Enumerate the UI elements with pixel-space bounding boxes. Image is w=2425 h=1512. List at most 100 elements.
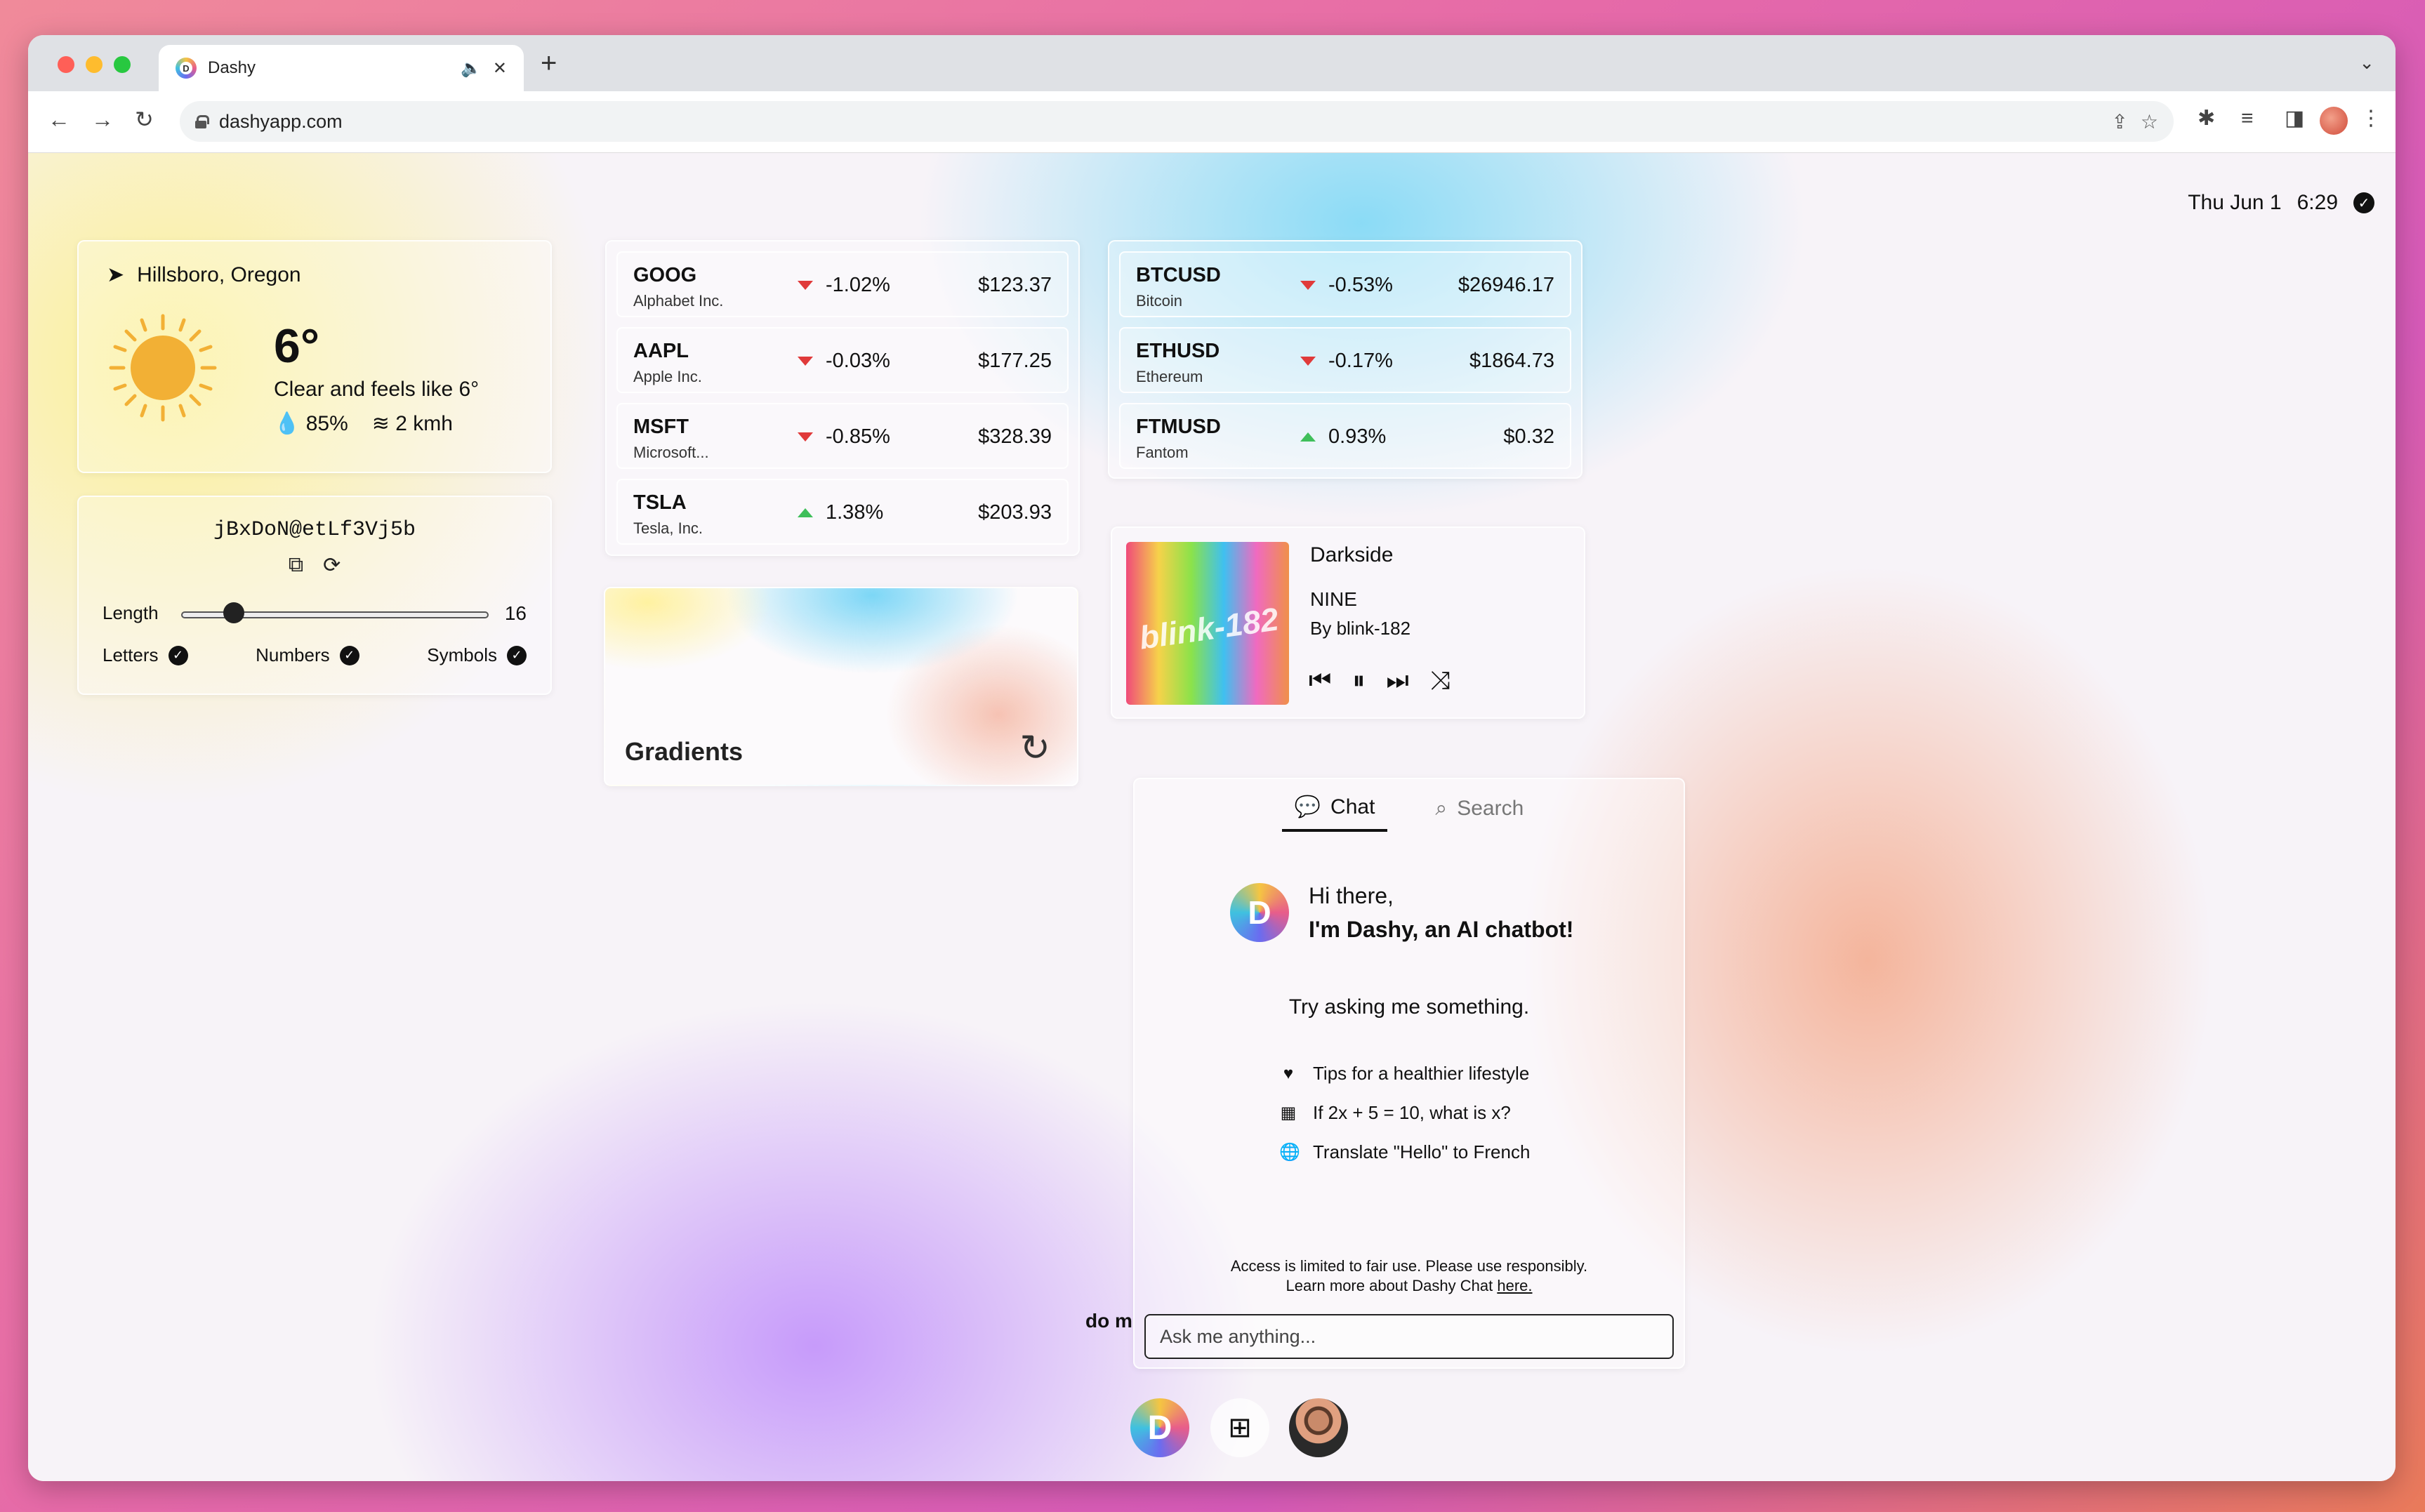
media-icon[interactable]: ≡ [2241, 108, 2254, 129]
date-text: Thu Jun 1 [2188, 191, 2282, 214]
stock-price: $177.25 [978, 350, 1052, 372]
audio-playing-icon[interactable]: 🔈 [461, 58, 482, 79]
weather-widget: ➤ Hillsboro, Oregon 6° Clear and feels l… [77, 240, 552, 473]
lock-icon[interactable] [195, 115, 209, 128]
sun-icon [109, 314, 217, 422]
suggestion-item[interactable]: ♥ Tips for a healthier lifestyle [1279, 1063, 1529, 1085]
profile-avatar[interactable] [2320, 107, 2348, 135]
password-generator-widget: jBxDoN@etLf3Vj5b ⧉ ⟳ Length 16 Letters ✓ … [77, 496, 552, 695]
regenerate-icon[interactable]: ⟳ [323, 553, 341, 578]
crypto-symbol: FTMUSD [1136, 416, 1221, 438]
sidepanel-icon[interactable]: ◨ [2285, 108, 2304, 129]
suggestion-item[interactable]: ▦ If 2x + 5 = 10, what is x? [1279, 1102, 1511, 1124]
crypto-row[interactable]: FTMUSD Fantom 0.93% $0.32 [1119, 403, 1571, 469]
stock-row[interactable]: GOOG Alphabet Inc. -1.02% $123.37 [616, 251, 1069, 317]
crypto-change: -0.53% [1300, 274, 1393, 297]
tab-chat[interactable]: 💬 Chat [1281, 789, 1388, 832]
album-art-logo: blink-182 [1137, 600, 1281, 656]
stock-change: -1.02% [798, 274, 890, 297]
down-arrow-icon [1300, 357, 1316, 366]
stock-name: Microsoft... [633, 444, 709, 461]
url-text[interactable]: dashyapp.com [219, 111, 2099, 133]
letters-check-icon[interactable]: ✓ [168, 645, 188, 665]
learn-more-link[interactable]: here. [1497, 1277, 1532, 1294]
tab-search[interactable]: ⌕ Search [1422, 789, 1536, 832]
chat-intro: I'm Dashy, an AI chatbot! [1309, 917, 1574, 942]
address-bar[interactable]: dashyapp.com ⇪ ☆ [180, 101, 2174, 142]
previous-track-icon[interactable]: ⏮ [1309, 665, 1331, 696]
time-text: 6:29 [2297, 191, 2338, 214]
length-slider-thumb[interactable] [223, 602, 244, 623]
crypto-symbol: ETHUSD [1136, 340, 1220, 362]
zoom-window-button[interactable] [114, 56, 131, 73]
back-icon[interactable]: ← [48, 108, 70, 131]
symbols-check-icon[interactable]: ✓ [507, 645, 527, 665]
tab-search-chevron-icon[interactable]: ⌄ [2359, 52, 2374, 74]
copy-icon[interactable]: ⧉ [289, 553, 303, 578]
stock-change: 1.38% [798, 501, 883, 524]
shuffle-icon[interactable]: ⤨ [1430, 665, 1451, 696]
humidity: 💧 85% [274, 412, 348, 435]
playback-controls: ⏮ ⏸ ⏭ ⤨ [1309, 665, 1451, 696]
crypto-widget: BTCUSD Bitcoin -0.53% $26946.17 ETHUSD E… [1108, 240, 1582, 479]
stock-name: Alphabet Inc. [633, 292, 724, 310]
stock-symbol: GOOG [633, 264, 697, 286]
gradients-widget[interactable]: Gradients ↻ [604, 587, 1078, 786]
temperature: 6° [274, 319, 320, 373]
album-name: NINE [1310, 588, 1357, 610]
browser-toolbar: ← → ↻ dashyapp.com ⇪ ☆ ✱ ≡ ◨ ⋮ [28, 91, 2396, 153]
chat-prompt: Try asking me something. [1288, 995, 1530, 1019]
stock-symbol: MSFT [633, 416, 689, 438]
up-arrow-icon [1300, 432, 1316, 442]
album-art: blink-182 [1126, 542, 1289, 705]
crypto-change: 0.93% [1300, 425, 1386, 449]
star-icon[interactable]: ☆ [2141, 110, 2158, 133]
menu-icon[interactable]: ⋮ [2360, 108, 2381, 129]
dashy-dock-button[interactable]: D [1130, 1398, 1189, 1457]
symbols-option[interactable]: Symbols ✓ [427, 644, 527, 666]
crypto-name: Ethereum [1136, 368, 1203, 385]
share-icon[interactable]: ⇪ [2111, 110, 2127, 133]
chat-tabs: 💬 Chat ⌕ Search [1135, 789, 1684, 832]
weather-stats: 💧 85% ≋ 2 kmh [274, 411, 453, 436]
clock: Thu Jun 1 6:29 ✓ [2188, 191, 2374, 215]
chat-input[interactable] [1144, 1314, 1674, 1359]
crypto-price: $26946.17 [1458, 274, 1554, 296]
crypto-change: -0.17% [1300, 350, 1393, 373]
check-circle-icon[interactable]: ✓ [2353, 192, 2374, 213]
close-tab-icon[interactable]: ✕ [493, 58, 507, 79]
stock-name: Apple Inc. [633, 368, 702, 385]
stock-symbol: AAPL [633, 340, 689, 362]
globe-icon: 🌐 [1279, 1143, 1300, 1162]
new-tab-button[interactable]: + [541, 49, 557, 77]
up-arrow-icon [798, 508, 813, 517]
letters-option[interactable]: Letters ✓ [103, 644, 188, 666]
stock-row[interactable]: MSFT Microsoft... -0.85% $328.39 [616, 403, 1069, 469]
browser-tab[interactable]: D Dashy 🔈 ✕ [159, 45, 524, 91]
suggestion-item[interactable]: 🌐 Translate "Hello" to French [1279, 1141, 1530, 1163]
crypto-row[interactable]: BTCUSD Bitcoin -0.53% $26946.17 [1119, 251, 1571, 317]
generated-password[interactable]: jBxDoN@etLf3Vj5b [79, 518, 550, 542]
add-widget-icon[interactable]: ⊞ [1210, 1398, 1269, 1457]
user-avatar[interactable] [1289, 1398, 1348, 1457]
gradients-title: Gradients [625, 737, 744, 766]
minimize-window-button[interactable] [86, 56, 103, 73]
refresh-gradient-icon[interactable]: ↻ [1019, 730, 1050, 767]
chat-greeting: Hi there, [1309, 883, 1394, 908]
down-arrow-icon [798, 281, 813, 290]
close-window-button[interactable] [58, 56, 74, 73]
track-title: Darkside [1310, 543, 1394, 566]
forward-icon[interactable]: → [91, 108, 114, 131]
next-track-icon[interactable]: ⏭ [1386, 665, 1408, 696]
extensions-icon[interactable]: ✱ [2198, 108, 2215, 129]
crypto-row[interactable]: ETHUSD Ethereum -0.17% $1864.73 [1119, 327, 1571, 393]
pause-icon[interactable]: ⏸ [1352, 665, 1365, 696]
numbers-option[interactable]: Numbers ✓ [256, 644, 359, 666]
reload-icon[interactable]: ↻ [135, 108, 154, 131]
stock-row[interactable]: AAPL Apple Inc. -0.03% $177.25 [616, 327, 1069, 393]
password-options: Letters ✓ Numbers ✓ Symbols ✓ [103, 644, 527, 666]
numbers-check-icon[interactable]: ✓ [339, 645, 359, 665]
stock-price: $123.37 [978, 274, 1052, 296]
stock-change: -0.85% [798, 425, 890, 449]
stock-row[interactable]: TSLA Tesla, Inc. 1.38% $203.93 [616, 479, 1069, 545]
